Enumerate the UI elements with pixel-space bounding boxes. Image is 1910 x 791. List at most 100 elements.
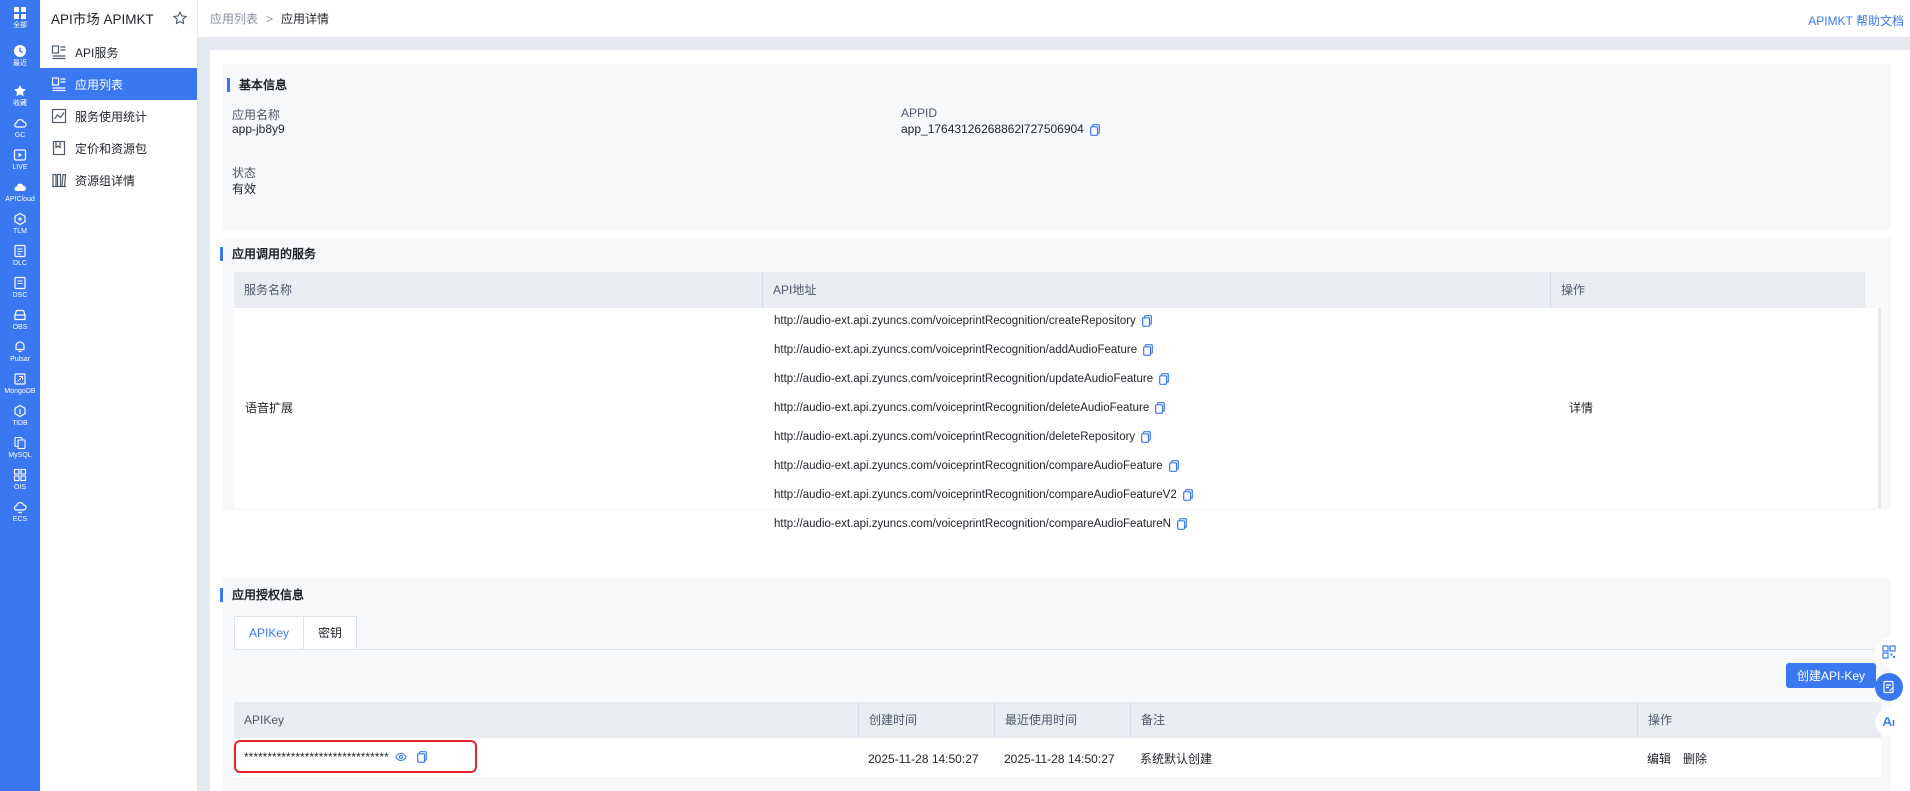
col-created: 创建时间 (858, 702, 994, 738)
appid-row: app_17643126268862l727506904 (901, 122, 1100, 136)
main-content: 基本信息 应用名称 app-jb8y9 APPID app_1764312626… (198, 38, 1910, 791)
breadcrumb-current: 应用详情 (281, 12, 330, 26)
rail-label: Pulsar (10, 356, 30, 363)
create-api-key-button[interactable]: 创建API-Key (1786, 663, 1876, 688)
tab-apikey[interactable]: APIKey (234, 616, 305, 650)
apikey-table-header: APIKey 创建时间 最近使用时间 备注 操作 (234, 702, 1881, 738)
api-url-text: http://audio-ext.api.zyuncs.com/voicepri… (774, 344, 1138, 357)
masked-key-text: ******************************* (244, 749, 389, 764)
ai-assistant-button[interactable] (1875, 708, 1903, 736)
remark-text: 系统默认创建 (1140, 752, 1213, 766)
rail-item-pulsar[interactable]: Pulsar (0, 336, 40, 368)
rail-label: OBS (12, 324, 28, 331)
star-icon (14, 85, 26, 97)
rail-item-all[interactable]: 全部 (0, 2, 40, 34)
rail-item-tlm[interactable]: TLM (0, 208, 40, 240)
col-service-name: 服务名称 (244, 283, 293, 297)
subnav-label: API服务 (75, 45, 119, 60)
resource-icon (52, 173, 67, 188)
rail-item-dlc[interactable]: DLC (0, 240, 40, 272)
subnav-item-api-services[interactable]: API服务 (40, 36, 197, 68)
tab-divider (234, 649, 1881, 650)
rail-item-live[interactable]: LIVE (0, 144, 40, 176)
rail-item-favorites[interactable]: 收藏 (0, 80, 40, 112)
copy-icon[interactable] (1159, 373, 1169, 385)
api-icon (51, 45, 66, 60)
detail-panel: 基本信息 应用名称 app-jb8y9 APPID app_1764312626… (210, 50, 1910, 791)
qr-code-icon (1882, 645, 1896, 659)
apikey-row: ******************************* 2025-11-… (234, 739, 1881, 779)
api-url-text: http://audio-ext.api.zyuncs.com/voicepri… (774, 315, 1136, 328)
breadcrumb-separator: > (266, 11, 274, 26)
copy-icon[interactable] (1168, 460, 1179, 472)
copy-icon[interactable] (1141, 431, 1152, 443)
copy-icon[interactable] (1182, 489, 1193, 501)
rail-item-obs[interactable]: OBS (0, 304, 40, 336)
subnav-label: 定价和资源包 (75, 141, 148, 156)
subnav-item-usage-stats[interactable]: 服务使用统计 (40, 100, 197, 132)
feedback-button[interactable] (1875, 673, 1903, 701)
services-table-row: 语音扩展 http://audio-ext.api.zyuncs.com/voi… (234, 308, 1881, 530)
tab-secret[interactable]: 密钥 (304, 616, 358, 650)
rail-item-mongodb[interactable]: MongoDB (0, 368, 40, 400)
col-last-used: 最近使用时间 (994, 702, 1130, 738)
rail-item-dsc[interactable]: DSC (0, 272, 40, 304)
copy-icon[interactable] (1143, 344, 1154, 356)
rail-item-tidb[interactable]: TiDB (0, 400, 40, 432)
auth-tabs: APIKey 密钥 (234, 616, 358, 650)
section-title: 应用调用的服务 (220, 247, 316, 261)
rail-item-gc[interactable]: GC (0, 112, 40, 144)
copy-icon[interactable] (1155, 402, 1166, 414)
copy-icon[interactable] (1141, 315, 1152, 327)
rail-item-mysql[interactable]: MySQL (0, 432, 40, 464)
subnav-item-app-list[interactable]: 应用列表 (40, 68, 197, 100)
rail-label: MongoDB (4, 388, 36, 395)
api-url-text: http://audio-ext.api.zyuncs.com/voicepri… (774, 518, 1171, 531)
app-name-label: 应用名称 (232, 108, 281, 122)
status-label: 状态 (232, 166, 257, 180)
rail-label: DSC (12, 292, 28, 299)
subnav-item-resource-group[interactable]: 资源组详情 (40, 164, 197, 196)
qr-code-button[interactable] (1875, 638, 1903, 666)
help-docs-link[interactable]: APIMKT 帮助文档 (1808, 12, 1904, 29)
package-icon (52, 140, 66, 156)
cloud-icon (14, 183, 27, 191)
api-url-row: http://audio-ext.api.zyuncs.com/voicepri… (774, 315, 1152, 327)
api-url-text: http://audio-ext.api.zyuncs.com/voicepri… (774, 431, 1136, 444)
top-bar: 应用列表 > 应用详情 APIMKT 帮助文档 (198, 0, 1910, 38)
eye-icon[interactable] (394, 750, 407, 764)
rail-label: TLM (13, 228, 27, 235)
star-outline-icon[interactable] (173, 11, 187, 25)
copy-icon[interactable] (1089, 122, 1100, 136)
hexagon-icon (14, 404, 26, 418)
api-url-text: http://audio-ext.api.zyuncs.com/voicepri… (774, 402, 1150, 415)
api-url-text: http://audio-ext.api.zyuncs.com/voicepri… (774, 460, 1163, 473)
rail-label: OIS (13, 484, 27, 491)
service-name-link[interactable]: 语音扩展 (245, 388, 293, 428)
delete-link[interactable]: 删除 (1683, 739, 1707, 779)
col-apikey: APIKey (244, 713, 285, 727)
edit-link[interactable]: 编辑 (1647, 739, 1671, 779)
services-table-header: 服务名称 API地址 操作 (234, 272, 1865, 308)
play-icon (13, 149, 27, 161)
copy-icon[interactable] (416, 750, 427, 764)
rail-item-apicloud[interactable]: APICloud (0, 176, 40, 208)
rail-label: 全部 (13, 22, 27, 29)
rail-item-recent[interactable]: 最近 (0, 40, 40, 72)
copy-icon[interactable] (1177, 518, 1187, 530)
service-detail-link[interactable]: 详情 (1569, 388, 1593, 428)
product-rail: 全部 最近 收藏 GC LIVE APICloud TLM DLC DSC OB… (0, 0, 40, 791)
chart-icon (51, 108, 67, 124)
db-icon (14, 373, 26, 385)
rail-item-ecs[interactable]: ECS (0, 496, 40, 528)
subnav-item-pricing[interactable]: 定价和资源包 (40, 132, 197, 164)
grid-icon (14, 7, 26, 19)
storage-icon (14, 309, 26, 321)
breadcrumb-app-list[interactable]: 应用列表 (210, 10, 258, 27)
secondary-nav: API市场 APIMKT API服务 应用列表 服务使用统计 定价和资源包 资源… (40, 0, 198, 791)
rail-item-ois[interactable]: OIS (0, 464, 40, 496)
api-url-row: http://audio-ext.api.zyuncs.com/voicepri… (774, 344, 1154, 357)
app-list-icon (51, 77, 66, 92)
subnav-label: 应用列表 (75, 77, 124, 92)
rail-label: LIVE (12, 164, 28, 171)
